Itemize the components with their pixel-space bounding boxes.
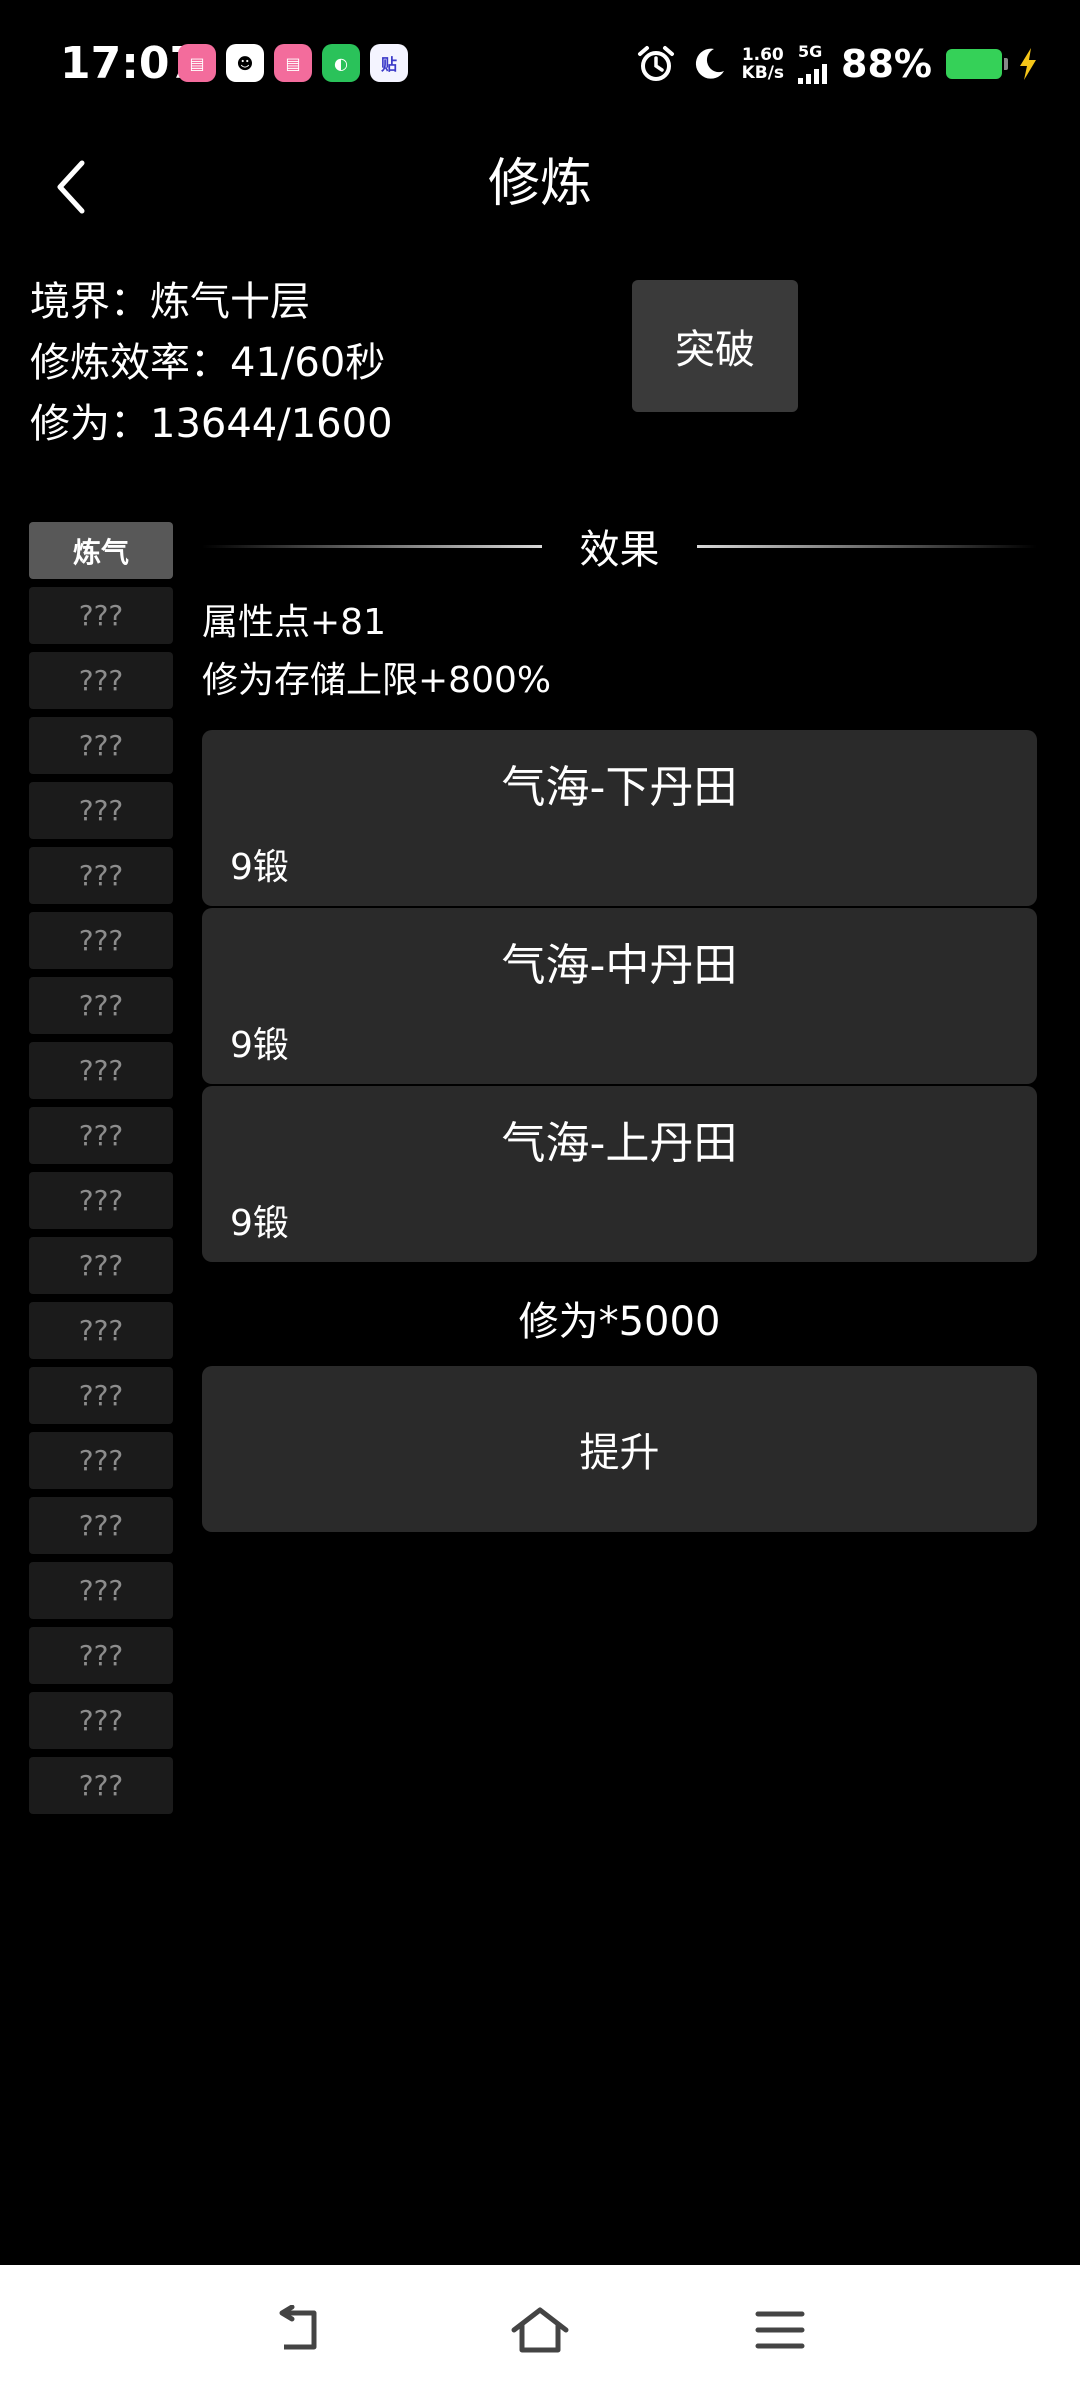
- card-level: 9锻: [230, 847, 289, 888]
- divider-left: [202, 545, 542, 548]
- network-indicator: 5G: [798, 44, 828, 84]
- wechat-icon: ◐: [322, 44, 360, 82]
- bilibili-icon: ▤: [178, 44, 216, 82]
- nav-back-button[interactable]: [265, 2295, 335, 2365]
- sidebar-item[interactable]: ???: [29, 977, 173, 1034]
- dantian-list: 气海-下丹田 9锻 气海-中丹田 9锻 气海-上丹田 9锻: [202, 730, 1037, 1262]
- card-title: 气海-下丹田: [501, 762, 738, 813]
- sidebar-item-lianqi[interactable]: 炼气: [29, 522, 173, 579]
- bilibili-icon-2: ▤: [274, 44, 312, 82]
- status-bar: 17:07 ▤ ☻ ▤ ◐ 贴 1.60 KB/s 5G 88%: [0, 0, 1080, 128]
- sidebar-item[interactable]: ???: [29, 782, 173, 839]
- effect-header: 效果: [202, 510, 1037, 582]
- effect-line-attribute: 属性点+81: [202, 602, 386, 643]
- dantian-card-lower[interactable]: 气海-下丹田 9锻: [202, 730, 1037, 906]
- dantian-card-upper[interactable]: 气海-上丹田 9锻: [202, 1086, 1037, 1262]
- system-nav-bar: [0, 2265, 1080, 2392]
- main-panel: 效果 属性点+81 修为存储上限+800% 气海-下丹田 9锻 气海-中丹田 9…: [202, 510, 1037, 1532]
- sidebar-item[interactable]: ???: [29, 717, 173, 774]
- nav-menu-button[interactable]: [745, 2295, 815, 2365]
- cultivation-info: 境界：炼气十层 修炼效率：41/60秒 修为：13644/1600: [30, 272, 393, 455]
- home-icon: [511, 2307, 569, 2353]
- tieba-icon: 贴: [370, 44, 408, 82]
- sidebar-item[interactable]: ???: [29, 1692, 173, 1749]
- sidebar-item[interactable]: ???: [29, 1042, 173, 1099]
- efficiency-text: 修炼效率：41/60秒: [30, 340, 386, 386]
- effect-title: 效果: [579, 527, 660, 573]
- battery-icon: [946, 49, 1008, 79]
- alarm-icon: [637, 46, 674, 81]
- sidebar-item[interactable]: ???: [29, 1107, 173, 1164]
- sidebar-item[interactable]: ???: [29, 1432, 173, 1489]
- dantian-card-middle[interactable]: 气海-中丹田 9锻: [202, 908, 1037, 1084]
- effect-line-storage: 修为存储上限+800%: [202, 660, 552, 701]
- moon-icon: [695, 48, 724, 79]
- sidebar-item[interactable]: ???: [29, 1627, 173, 1684]
- card-title: 气海-上丹田: [501, 1118, 738, 1169]
- realm-sidebar: 炼气 ??? ??? ??? ??? ??? ??? ??? ??? ??? ?…: [29, 522, 173, 1822]
- card-title: 气海-中丹田: [501, 940, 738, 991]
- charging-icon: [1020, 48, 1036, 80]
- sidebar-item[interactable]: ???: [29, 912, 173, 969]
- page-title: 修炼: [487, 154, 592, 214]
- realm-text: 境界：炼气十层: [30, 279, 310, 325]
- cultivation-text: 修为：13644/1600: [30, 401, 393, 447]
- battery-percent: 88%: [841, 42, 932, 86]
- sidebar-item[interactable]: ???: [29, 1172, 173, 1229]
- nav-home-button[interactable]: [505, 2295, 575, 2365]
- signal-icon: [798, 62, 828, 84]
- sidebar-item[interactable]: ???: [29, 652, 173, 709]
- sidebar-item[interactable]: ???: [29, 1757, 173, 1814]
- sidebar-item[interactable]: ???: [29, 1302, 173, 1359]
- menu-icon: [755, 2311, 805, 2349]
- effects-list: 属性点+81 修为存储上限+800%: [202, 594, 1037, 710]
- card-level: 9锻: [230, 1025, 289, 1066]
- sidebar-item[interactable]: ???: [29, 1237, 173, 1294]
- upgrade-button[interactable]: 提升: [202, 1366, 1037, 1532]
- sidebar-item[interactable]: ???: [29, 587, 173, 644]
- notification-icons: ▤ ☻ ▤ ◐ 贴: [178, 44, 408, 82]
- back-icon: [279, 2305, 317, 2350]
- sidebar-item[interactable]: ???: [29, 847, 173, 904]
- sidebar-item[interactable]: ???: [29, 1367, 173, 1424]
- sidebar-item[interactable]: ???: [29, 1562, 173, 1619]
- upgrade-cost: 修为*5000: [518, 1299, 721, 1345]
- sidebar-item[interactable]: ???: [29, 1497, 173, 1554]
- qq-icon: ☻: [226, 44, 264, 82]
- breakthrough-button[interactable]: 突破: [632, 280, 798, 412]
- divider-right: [697, 545, 1037, 548]
- card-level: 9锻: [230, 1203, 289, 1244]
- net-speed: 1.60 KB/s: [741, 45, 785, 83]
